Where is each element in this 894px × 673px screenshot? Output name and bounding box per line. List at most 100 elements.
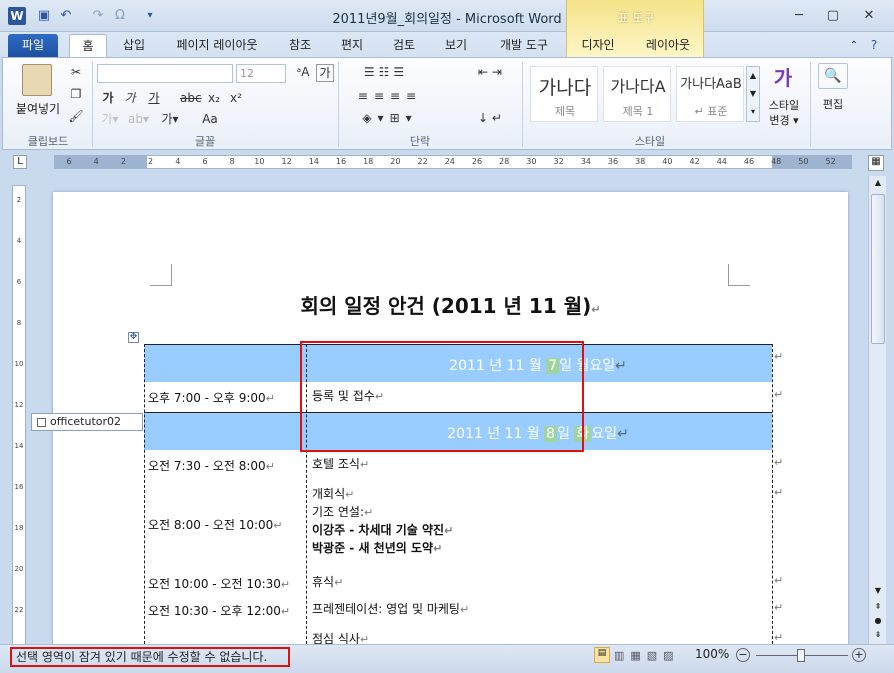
content-control-tag[interactable]: officetutor02 <box>31 413 143 431</box>
ruler-tick: 8 <box>229 157 235 166</box>
crop-mark <box>150 264 172 286</box>
tab-insert[interactable]: 삽입 <box>118 34 150 57</box>
table-cell-event[interactable]: 호텔 조식↵ <box>312 455 369 472</box>
table-move-handle-icon[interactable]: ✥ <box>128 332 139 343</box>
scroll-down-icon[interactable]: ▼ <box>871 586 885 600</box>
table-cell-time[interactable]: 오전 10:30 - 오후 12:00↵ <box>148 602 290 619</box>
ruler-tick: 46 <box>743 157 755 166</box>
font-size-combo[interactable]: 12 <box>236 64 286 83</box>
ruler-tick: 10 <box>14 360 24 368</box>
tab-review[interactable]: 검토 <box>388 34 420 57</box>
row-end-mark: ↵ <box>774 631 784 644</box>
help-icon[interactable]: ? <box>866 34 882 57</box>
align-buttons-icon[interactable]: ≡≡≡≡ <box>346 88 434 104</box>
tab-file[interactable]: 파일 <box>8 34 58 57</box>
tab-layout[interactable]: 레이아웃 <box>636 34 700 57</box>
zoom-out-icon[interactable]: − <box>736 648 750 662</box>
ruler-tick: 42 <box>689 157 700 166</box>
table-cell-event[interactable]: 기조 연설:↵ <box>312 503 373 520</box>
ruler-tick: 52 <box>825 157 836 166</box>
sort-show-marks-icon[interactable]: ↓ ↵ <box>470 110 510 126</box>
next-page-icon[interactable]: ⇟ <box>871 630 885 644</box>
tab-references[interactable]: 참조 <box>284 34 316 57</box>
format-painter-icon[interactable]: 🖌 <box>68 108 84 124</box>
table-cell-event[interactable]: 이강주 - 차세대 기술 약진↵ <box>312 521 453 538</box>
ruler-tick: 10 <box>254 157 265 166</box>
zoom-level[interactable]: 100% <box>695 647 729 661</box>
ruler-tick: 2 <box>148 157 154 166</box>
table-cell-event[interactable]: 휴식↵ <box>312 573 343 590</box>
minimize-icon[interactable]: ─ <box>786 7 812 25</box>
grow-font-icon[interactable]: ᵃA <box>292 64 314 80</box>
editing-button[interactable]: 편집 <box>816 96 850 112</box>
style-gallery-item[interactable]: 가나다 제목 <box>530 66 598 122</box>
zoom-slider-thumb[interactable] <box>797 649 805 662</box>
tab-mailings[interactable]: 편지 <box>336 34 368 57</box>
view-buttons-icon[interactable]: ▥▦▧▨ <box>614 649 694 662</box>
horizontal-ruler[interactable]: 6 4 2 2 4 6 8 10 12 14 16 18 20 22 24 26 28 30 32 34 36 38 40 4… <box>54 155 852 169</box>
vertical-ruler[interactable]: 2 4 6 8 10 12 14 16 18 20 22 <box>12 185 26 645</box>
copy-icon[interactable]: ❐ <box>68 86 84 102</box>
cut-icon[interactable]: ✂ <box>68 64 84 80</box>
tab-design[interactable]: 디자인 <box>574 34 622 57</box>
status-message: 선택 영역이 잠겨 있기 때문에 수정할 수 없습니다. <box>10 647 290 667</box>
paste-button[interactable]: 붙여넣기 <box>10 100 66 117</box>
style-gallery-item[interactable]: 가나다A 제목 1 <box>603 66 671 122</box>
table-cell-event[interactable]: 개회식↵ <box>312 485 354 502</box>
change-styles-button[interactable]: 스타일 변경 ▾ <box>764 98 804 128</box>
indent-icon[interactable]: ⇤ ⇥ <box>470 64 510 80</box>
ruler-tick: 18 <box>363 157 374 166</box>
change-styles-icon[interactable]: 가 <box>768 62 798 92</box>
table-cell-time[interactable]: 오전 7:30 - 오전 8:00↵ <box>148 457 275 474</box>
tab-selector-icon[interactable]: L <box>13 155 27 169</box>
strikethrough-icon[interactable]: abc <box>180 90 202 106</box>
scroll-thumb[interactable] <box>871 194 885 344</box>
tab-developer[interactable]: 개발 도구 <box>492 34 556 57</box>
table-cell-time[interactable]: 오전 8:00 - 오전 10:00↵ <box>148 516 283 533</box>
tab-view[interactable]: 보기 <box>440 34 472 57</box>
maximize-icon[interactable]: ▢ <box>820 7 846 25</box>
shading-border-icon[interactable]: ◈▾⊞▾ <box>346 110 434 126</box>
ruler-tick: 34 <box>580 157 591 166</box>
document-title[interactable]: 회의 일정 안건 (2011 년 11 월)↵ <box>53 290 848 319</box>
style-gallery-scroll[interactable]: ▲ ▼ ▾ <box>746 66 760 122</box>
scroll-up-icon[interactable]: ▲ <box>871 178 885 192</box>
table-cell-event[interactable]: 프레젠테이션: 영업 및 마케팅↵ <box>312 600 469 617</box>
bold-button[interactable]: 가 <box>100 90 116 106</box>
close-icon[interactable]: ✕ <box>856 7 882 25</box>
paste-icon[interactable] <box>22 64 52 96</box>
find-icon[interactable]: 🔍 <box>818 63 848 89</box>
print-layout-view-icon[interactable]: ▤ <box>594 647 610 663</box>
zoom-in-icon[interactable]: + <box>852 648 866 662</box>
collapse-ribbon-icon[interactable]: ⌃ <box>846 34 862 57</box>
subscript-icon[interactable]: x₂ <box>206 90 222 106</box>
list-buttons-icon[interactable]: ☰☷☰ <box>346 64 426 80</box>
ruler-tick: 4 <box>93 157 99 166</box>
text-effects-icon[interactable]: 가▾ <box>100 111 120 127</box>
font-color-icon[interactable]: 가▾ <box>160 111 180 127</box>
ruler-tick: 20 <box>390 157 401 166</box>
highlight-icon[interactable]: ab▾ <box>128 111 149 127</box>
clear-format-icon[interactable]: 가 <box>316 64 334 82</box>
font-name-combo[interactable] <box>97 64 233 83</box>
ruler-tick: 8 <box>16 319 22 327</box>
ruler-tick: 50 <box>798 157 809 166</box>
tab-page-layout[interactable]: 페이지 레이아웃 <box>166 34 268 57</box>
browse-object-icon[interactable]: ● <box>871 616 885 630</box>
style-gallery-item[interactable]: 가나다AaB ↵ 표준 <box>676 66 744 122</box>
superscript-icon[interactable]: x² <box>228 90 244 106</box>
table-cell-time[interactable]: 오전 10:00 - 오전 10:30↵ <box>148 575 290 592</box>
prev-page-icon[interactable]: ⇞ <box>871 602 885 616</box>
highlight-box <box>300 341 584 452</box>
table-cell-event[interactable]: 박광준 - 새 천년의 도약↵ <box>312 539 442 556</box>
tab-home[interactable]: 홈 <box>69 34 107 57</box>
table-cell-time[interactable]: 오후 7:00 - 오후 9:00↵ <box>148 389 275 406</box>
clipboard-group-label: 클립보드 <box>27 135 69 148</box>
italic-button[interactable]: 가 <box>122 90 138 106</box>
ruler-tick: 4 <box>175 157 181 166</box>
vertical-scrollbar[interactable]: ▲ ▼ ⇞ ● ⇟ <box>868 176 886 644</box>
change-case-button[interactable]: Aa <box>198 111 222 127</box>
underline-button[interactable]: 가 <box>146 90 162 106</box>
view-ruler-icon[interactable]: ▦ <box>868 155 884 171</box>
ruler-tick: 18 <box>14 524 24 532</box>
